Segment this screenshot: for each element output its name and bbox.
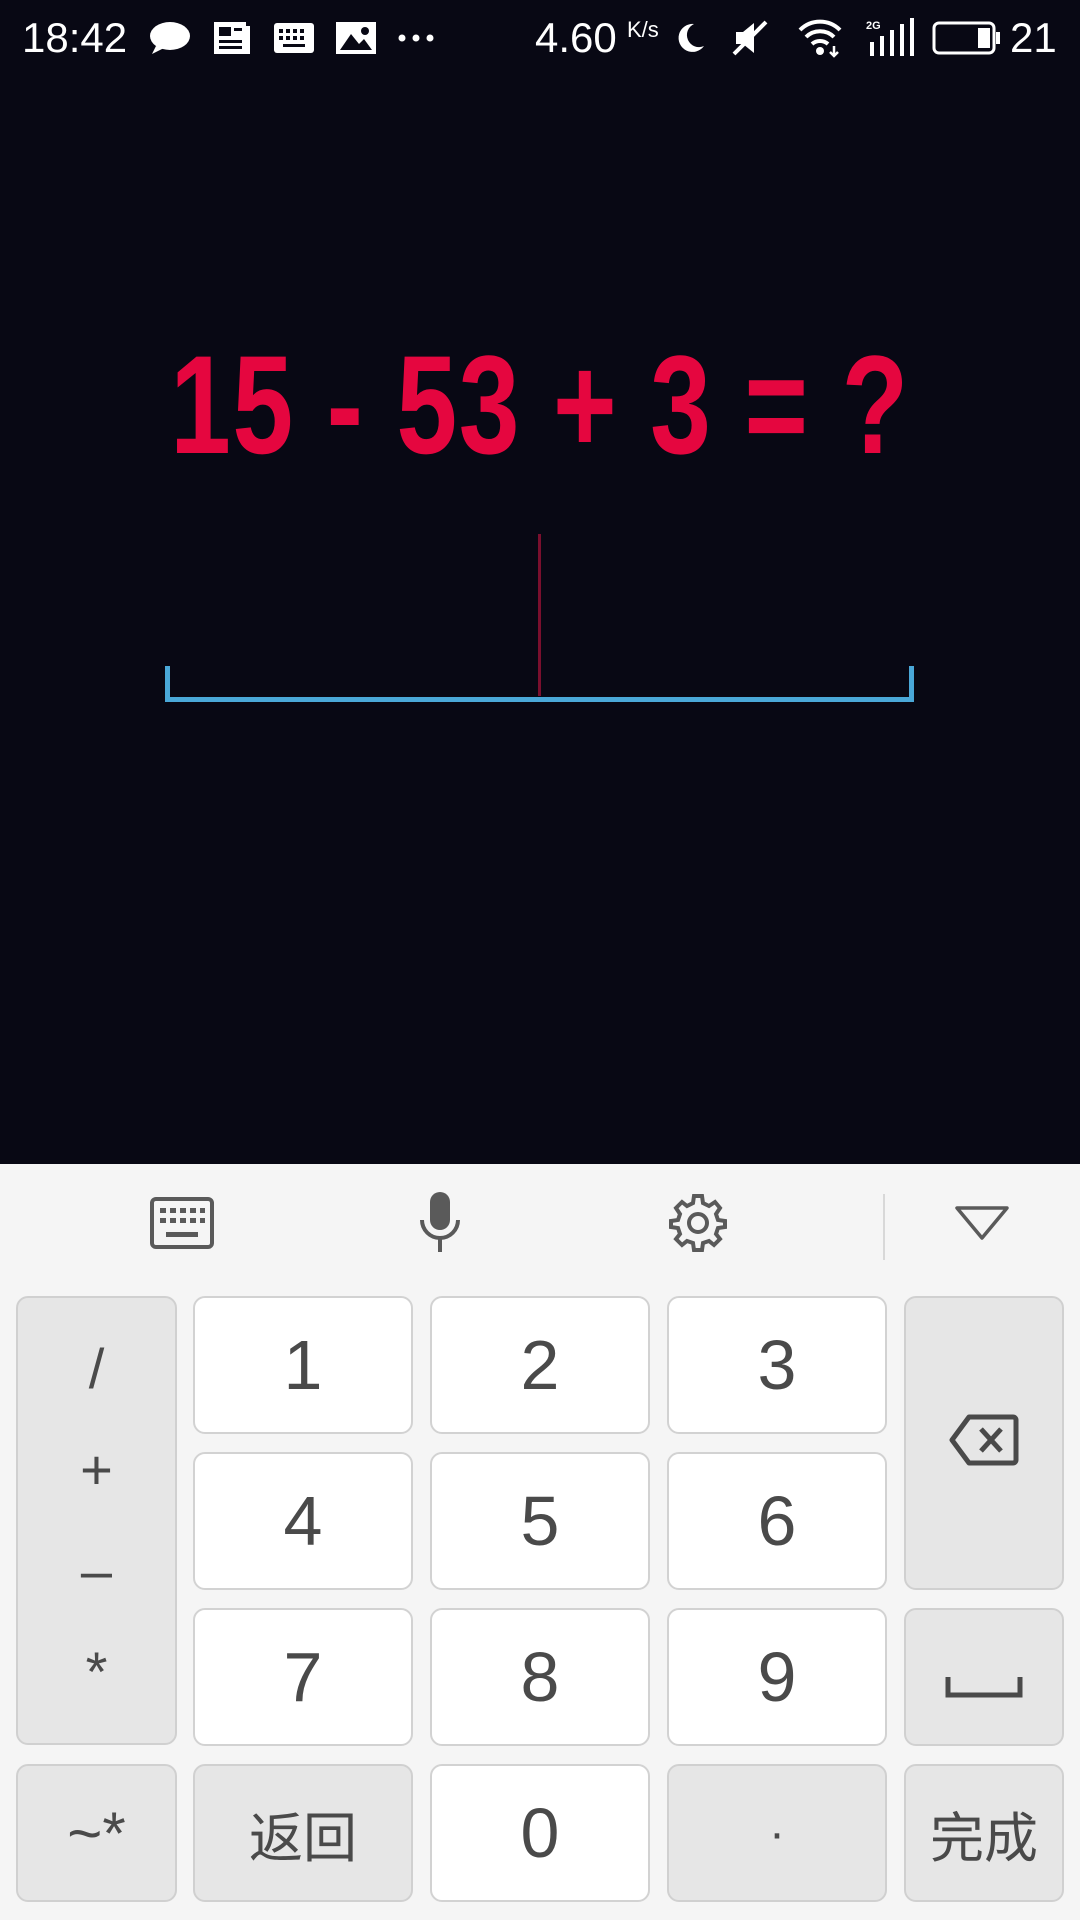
key-0[interactable]: 0: [430, 1764, 650, 1902]
wifi-icon: [796, 0, 844, 76]
backspace-key[interactable]: [904, 1296, 1064, 1590]
cell-signal-icon: 2G: [866, 0, 918, 76]
space-bar-icon: [944, 1637, 1024, 1717]
key-9[interactable]: 9: [667, 1608, 887, 1746]
gear-icon: [667, 1192, 729, 1259]
microphone-icon: [418, 1190, 462, 1261]
battery-percent: 21: [1010, 14, 1057, 61]
svg-text:2G: 2G: [866, 20, 881, 32]
battery-icon: [932, 0, 1002, 76]
do-not-disturb-moon-icon: [672, 0, 708, 76]
space-key[interactable]: [904, 1608, 1064, 1746]
clock: 18:42: [22, 14, 128, 61]
toolbar-divider: [883, 1194, 885, 1260]
key-5[interactable]: 5: [430, 1452, 650, 1590]
key-1[interactable]: 1: [193, 1296, 413, 1434]
voice-input-button[interactable]: [380, 1164, 500, 1286]
triangle-down-icon: [954, 1205, 1010, 1246]
equation-text: 15 - 53 + 3 = ?: [170, 326, 910, 483]
answer-input[interactable]: [165, 666, 914, 702]
mute-icon: [730, 0, 770, 76]
key-4[interactable]: 4: [193, 1452, 413, 1590]
image-icon: [334, 0, 378, 76]
numeric-keyboard: / + – * 1 2 3 4 5 6 7 8 9 ~* 返回 0 · 完成: [0, 1164, 1080, 1920]
key-8[interactable]: 8: [430, 1608, 650, 1746]
keyboard-switch-button[interactable]: [122, 1164, 242, 1286]
more-symbols-key[interactable]: ~*: [16, 1764, 177, 1902]
keyboard-notification-icon: [272, 0, 316, 76]
back-key[interactable]: 返回: [193, 1764, 413, 1902]
decimal-point-key[interactable]: ·: [667, 1764, 887, 1902]
status-bar: 18:42 4.60 K/s 2G 21: [0, 0, 1080, 76]
key-7[interactable]: 7: [193, 1608, 413, 1746]
keyboard-toolbar: [0, 1164, 1080, 1286]
symbol-minus[interactable]: –: [81, 1541, 112, 1601]
network-speed: 4.60: [535, 14, 617, 61]
backspace-icon: [949, 1403, 1019, 1483]
chat-bubble-icon: [148, 0, 192, 76]
news-icon: [212, 0, 252, 76]
network-speed-unit: K/s: [627, 17, 659, 42]
key-3[interactable]: 3: [667, 1296, 887, 1434]
done-key[interactable]: 完成: [904, 1764, 1064, 1902]
hide-keyboard-button[interactable]: [922, 1164, 1042, 1286]
keyboard-settings-button[interactable]: [638, 1164, 758, 1286]
symbol-column-key[interactable]: / + – *: [16, 1296, 177, 1745]
key-2[interactable]: 2: [430, 1296, 650, 1434]
symbol-slash[interactable]: /: [89, 1338, 105, 1399]
more-dots-icon: [396, 0, 436, 76]
symbol-plus[interactable]: +: [80, 1439, 113, 1500]
symbol-asterisk[interactable]: *: [86, 1642, 108, 1702]
keyboard-icon: [149, 1196, 215, 1255]
key-6[interactable]: 6: [667, 1452, 887, 1590]
